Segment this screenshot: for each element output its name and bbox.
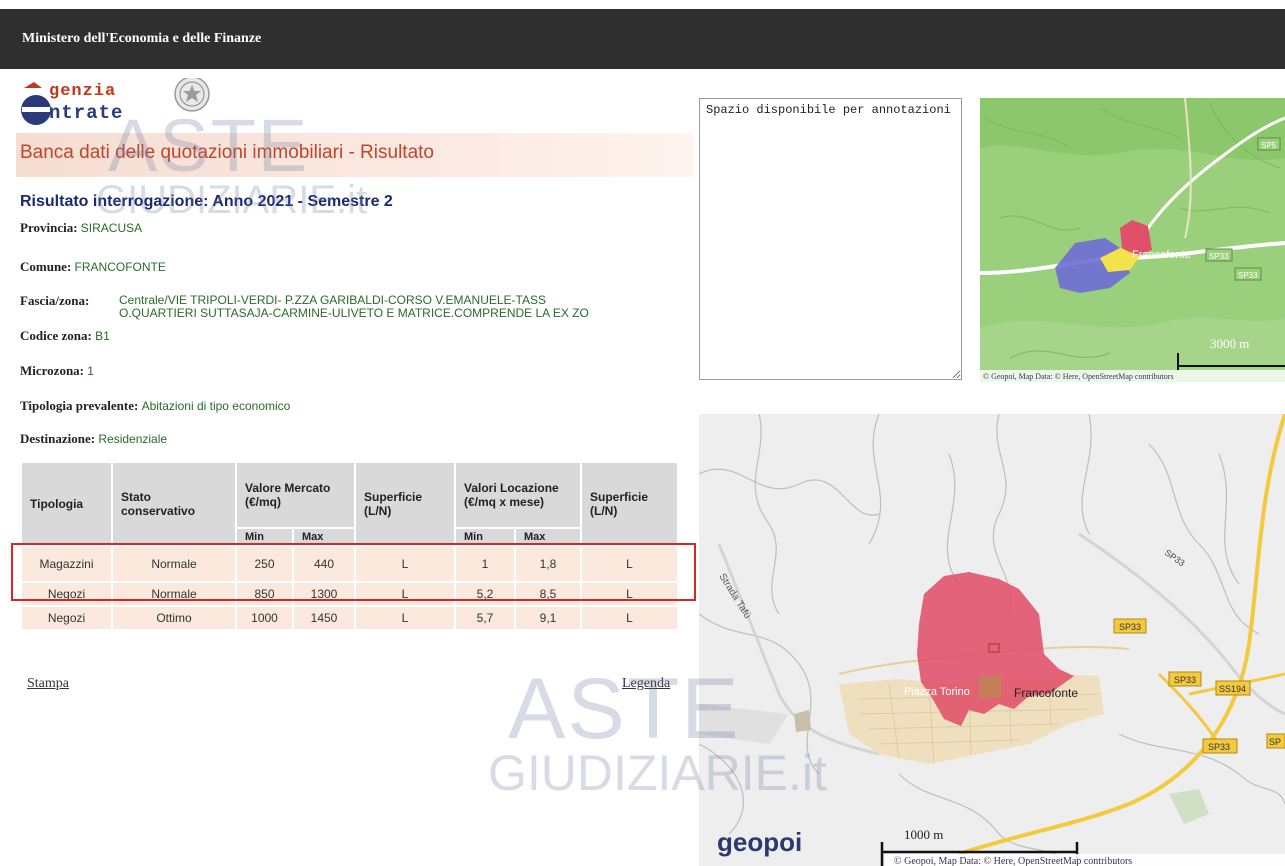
table-row: Negozi Ottimo 1000 1450 L 5,7 9,1 L: [22, 607, 677, 629]
emblem-icon: [174, 78, 210, 112]
cell-superficie-2: L: [582, 607, 677, 629]
map-small-road-sp5: SP5: [1261, 141, 1277, 150]
microzona-field: Microzona: 1: [20, 363, 94, 379]
comune-field: Comune: FRANCOFONTE: [20, 259, 166, 275]
header-valori-locazione: Valori Locazione (€/mq x mese): [456, 463, 580, 527]
microzona-label: Microzona:: [20, 363, 85, 378]
header-valore-mercato: Valore Mercato (€/mq): [237, 463, 354, 527]
map-large-attribution: © Geopoi, Map Data: © Here, OpenStreetMa…: [894, 856, 1132, 866]
cell-loc-max: 9,1: [516, 607, 580, 629]
provincia-value: SIRACUSA: [80, 221, 143, 235]
logo-text-genzia: genzia: [49, 82, 117, 101]
header-superficie-1: Superficie (L/N): [356, 463, 454, 545]
map-small-attribution: © Geopoi, Map Data: © Here, OpenStreetMa…: [983, 372, 1174, 381]
tipologia-prevalente-field: Tipologia prevalente: Abitazioni di tipo…: [20, 398, 290, 414]
road-label-ss194: SS194: [1219, 684, 1246, 694]
fascia-field: Fascia/zona:: [20, 293, 89, 309]
road-label-sp33-c: SP33: [1208, 742, 1230, 752]
map-large-scale-label: 1000 m: [904, 827, 943, 842]
fascia-value: Centrale/VIE TRIPOLI-VERDI- P.ZZA GARIBA…: [119, 294, 589, 320]
cell-vm-max: 1450: [294, 607, 354, 629]
comune-value: FRANCOFONTE: [74, 260, 166, 274]
map-small-road-sp33-a: SP33: [1209, 252, 1229, 261]
top-bar: Ministero dell'Economia e delle Finanze: [0, 9, 1285, 69]
table-header-row: Tipologia Stato conservativo Valore Merc…: [22, 463, 677, 545]
legenda-link[interactable]: Legenda: [622, 676, 670, 692]
header-tipologia: Tipologia: [22, 463, 111, 545]
fascia-label: Fascia/zona:: [20, 293, 90, 308]
map-small-scale-label: 3000 m: [1210, 336, 1249, 351]
cell-tipologia: Negozi: [22, 607, 111, 629]
cell-vm-min: 1000: [237, 607, 292, 629]
detail-map[interactable]: Strada Tafù Piazza Torino Francofonte SP…: [699, 414, 1285, 866]
map-small-road-sp33-b: SP33: [1238, 271, 1258, 280]
label-francofonte: Francofonte: [1014, 686, 1078, 700]
highlight-box: [11, 543, 696, 601]
road-label-sp: SP: [1269, 737, 1281, 747]
ministry-title: Ministero dell'Economia e delle Finanze: [22, 31, 262, 46]
geopoi-logo: geopoi: [717, 827, 802, 857]
tipologia-prevalente-value: Abitazioni di tipo economico: [141, 399, 291, 413]
codice-zona-value: B1: [95, 329, 110, 343]
label-piazza-torino: Piazza Torino: [904, 686, 970, 698]
annotations-textarea[interactable]: [699, 98, 962, 380]
comune-label: Comune:: [20, 259, 72, 274]
destinazione-field: Destinazione: Residenziale: [20, 431, 167, 447]
codice-zona-label: Codice zona:: [20, 328, 92, 343]
fascia-value-line2: O.QUARTIERI SUTTASAJA-CARMINE-ULIVETO E …: [119, 306, 589, 320]
road-label-sp33-b: SP33: [1174, 675, 1196, 685]
overview-map[interactable]: Francofonte SP33 SP33 SP5 3000 m © Geopo…: [980, 98, 1285, 382]
logo-a-mark: [21, 82, 51, 125]
microzona-value: 1: [87, 364, 94, 378]
codice-zona-field: Codice zona: B1: [20, 328, 110, 344]
cell-stato: Ottimo: [113, 607, 235, 629]
page-title: Banca dati delle quotazioni immobiliari …: [20, 142, 434, 163]
logo-text-ntrate: ntrate: [49, 102, 124, 124]
tipologia-prevalente-label: Tipologia prevalente:: [20, 398, 139, 413]
result-heading: Risultato interrogazione: Anno 2021 - Se…: [20, 193, 393, 210]
destinazione-label: Destinazione:: [20, 431, 96, 446]
provincia-field: Provincia: SIRACUSA: [20, 220, 142, 236]
cell-loc-min: 5,7: [456, 607, 514, 629]
stampa-link[interactable]: Stampa: [27, 676, 69, 692]
cell-superficie-1: L: [356, 607, 454, 629]
road-label-sp33-a: SP33: [1119, 622, 1141, 632]
header-superficie-2: Superficie (L/N): [582, 463, 677, 545]
provincia-label: Provincia:: [20, 220, 78, 235]
destinazione-value: Residenziale: [98, 432, 168, 446]
header-stato: Stato conservativo: [113, 463, 235, 545]
map-small-town-label: Francofonte: [1132, 249, 1191, 261]
